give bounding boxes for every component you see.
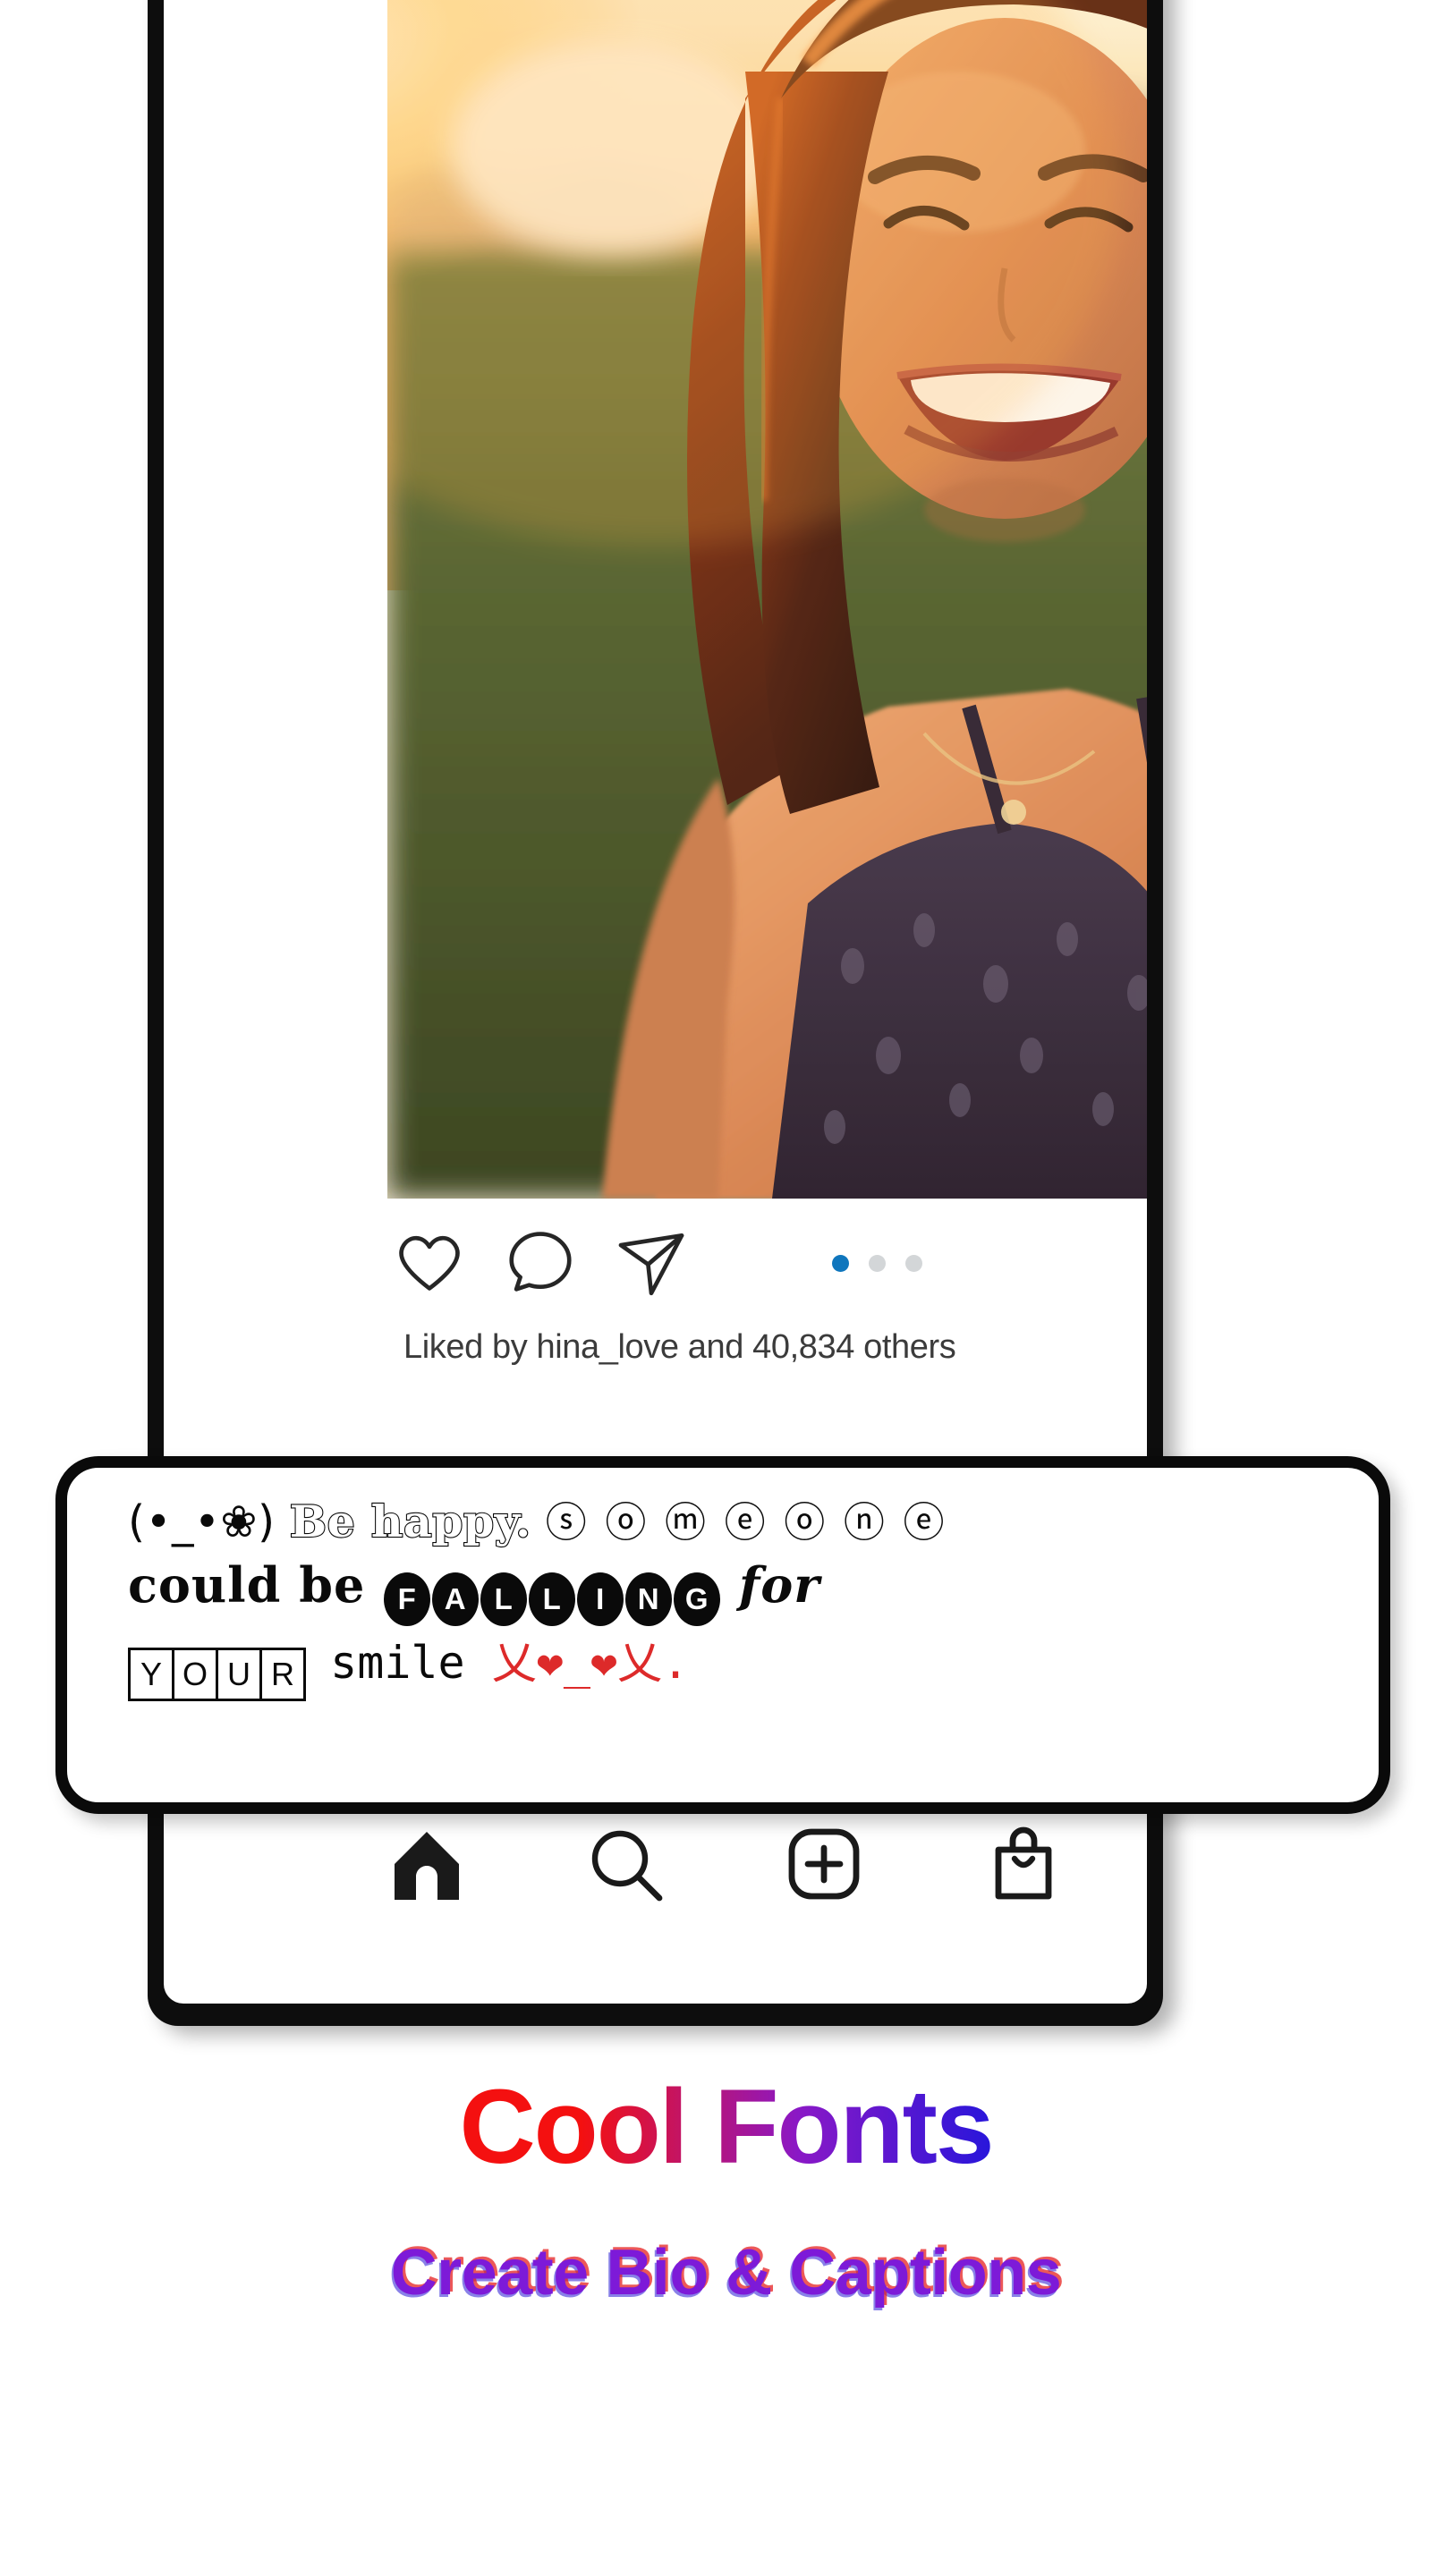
carousel-dot-1[interactable]	[832, 1254, 849, 1272]
letter-i: I	[577, 1572, 624, 1626]
letter-f: F	[384, 1572, 431, 1626]
post-photo[interactable]	[387, 0, 1147, 1199]
subheadline-create-bio-captions: Create Bio & Captions	[390, 2237, 1062, 2309]
boxed-letter-r: R	[259, 1647, 306, 1701]
post-photo-image	[387, 0, 1147, 1199]
caption-line-2: could be FALLING for	[128, 1559, 1343, 1626]
nav-item-home[interactable]	[384, 1821, 470, 1907]
letter-a: A	[432, 1572, 480, 1626]
shopping-bag-icon	[995, 1826, 1052, 1900]
boxed-letter-u: U	[216, 1647, 262, 1701]
caption-for-text: for	[738, 1555, 820, 1614]
caption-plain-text: could be	[128, 1555, 366, 1614]
letter-l2: L	[529, 1572, 576, 1626]
caption-circled-someone: ⓢ ⓞ ⓜ ⓔ ⓞ ⓝ ⓔ	[545, 1498, 947, 1546]
comment-bubble-icon[interactable]	[502, 1223, 579, 1300]
caption-line-1: (•_•❀) Be happy. ⓢ ⓞ ⓜ ⓔ ⓞ ⓝ ⓔ	[128, 1496, 1343, 1547]
nav-item-create[interactable]	[781, 1821, 867, 1907]
bottom-navigation-bar	[327, 1798, 1147, 1941]
heart-icon[interactable]	[391, 1223, 468, 1300]
plus-square-icon	[789, 1828, 860, 1900]
caption-kaomoji-prefix: (•_•❀)	[128, 1496, 276, 1547]
caption-boxed-letters: YOUR	[128, 1637, 330, 1701]
boxed-letter-y: Y	[128, 1647, 174, 1701]
carousel-dot-2[interactable]	[869, 1254, 886, 1272]
carousel-dots[interactable]	[832, 1253, 939, 1273]
home-icon	[395, 1832, 460, 1900]
boxed-letter-o: O	[172, 1647, 218, 1701]
caption-preview-card[interactable]: (•_•❀) Be happy. ⓢ ⓞ ⓜ ⓔ ⓞ ⓝ ⓔ could be …	[55, 1456, 1390, 1814]
nav-item-shop[interactable]	[981, 1821, 1066, 1907]
caption-falling-letters: FALLING	[383, 1556, 739, 1626]
letter-l1: L	[480, 1572, 528, 1626]
caption-line-3: YOUR smile 乂❤︎_❤︎乂.	[128, 1639, 1343, 1701]
letter-g: G	[674, 1572, 721, 1626]
headline-cool-fonts: Cool Fonts	[0, 2066, 1452, 2188]
search-icon	[592, 1830, 663, 1902]
carousel-dot-3[interactable]	[905, 1254, 922, 1272]
paper-plane-icon[interactable]	[613, 1223, 690, 1300]
likes-text: Liked by hina_love and 40,834 others	[403, 1328, 956, 1366]
caption-outline-text: Be happy.	[289, 1496, 532, 1547]
letter-n: N	[625, 1572, 673, 1626]
caption-smile-word: smile	[330, 1636, 465, 1689]
post-action-row	[387, 1212, 1147, 1310]
caption-heart-kaomoji: 乂❤︎_❤︎乂.	[491, 1636, 690, 1689]
nav-item-search[interactable]	[582, 1821, 668, 1907]
